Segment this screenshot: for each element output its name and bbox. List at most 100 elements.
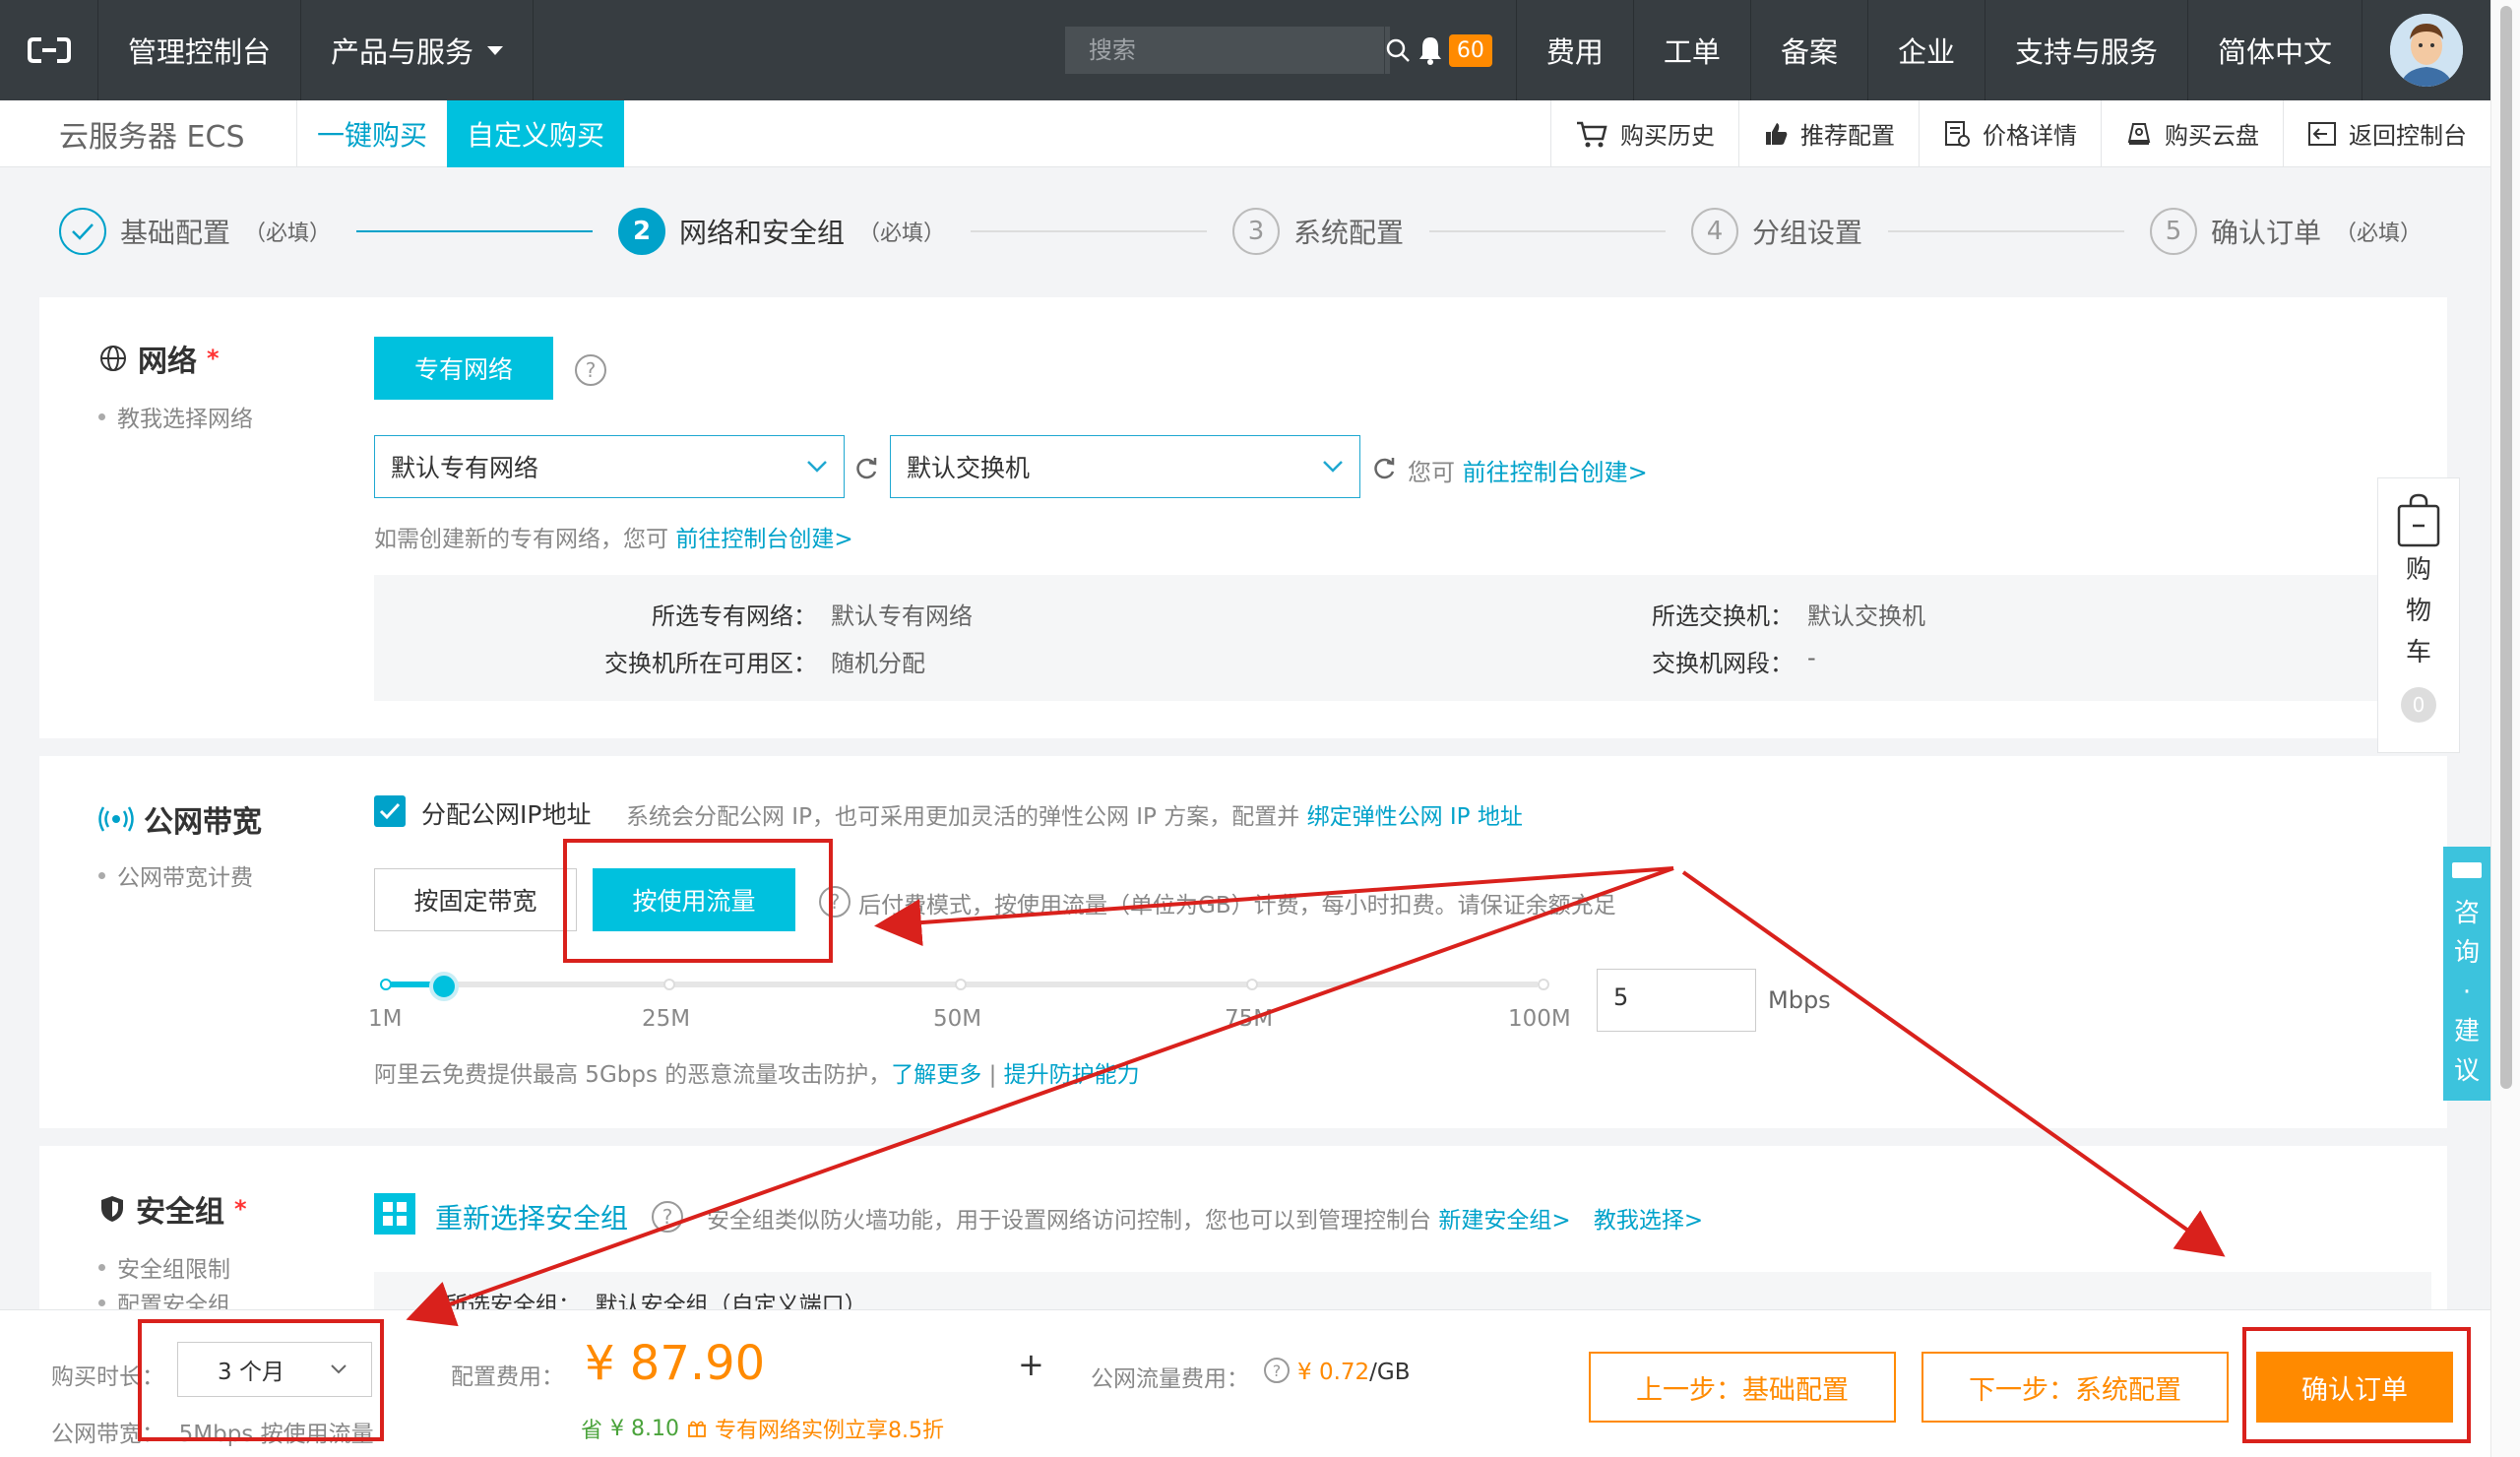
duration-select[interactable]: 3 个月 <box>177 1342 372 1397</box>
step-label: 分组设置 <box>1751 217 1862 249</box>
duration-value: 3 个月 <box>218 1360 284 1385</box>
help-icon[interactable]: ? <box>819 886 850 918</box>
step-system-config[interactable]: 3 系统配置 <box>1232 208 1404 255</box>
grid-icon[interactable] <box>374 1193 415 1235</box>
next-step-button[interactable]: 下一步：系统配置 <box>1922 1352 2229 1423</box>
zone-label: 交换机所在可用区： <box>604 650 817 677</box>
bag-icon <box>2397 493 2440 547</box>
cart-label: 购物车 <box>2405 555 2431 667</box>
traffic-billing-description: 后付费模式，按使用流量（单位为GB）计费，每小时扣费。请保证余额充足 <box>858 893 1616 919</box>
console-link[interactable]: 管理控制台 <box>98 0 302 100</box>
traffic-billing-button[interactable]: 按使用流量 <box>593 868 795 931</box>
tab-custom-buy[interactable]: 自定义购买 <box>447 99 625 167</box>
cidr-label: 交换机网段： <box>1652 650 1794 677</box>
gift-icon <box>688 1421 706 1437</box>
buy-disk-button[interactable]: 购买云盘 <box>2101 99 2283 167</box>
products-label: 产品与服务 <box>331 35 474 69</box>
bandwidth-input[interactable]: 5 <box>1597 969 1756 1032</box>
search-button[interactable] <box>1383 27 1411 74</box>
chevron-down-icon <box>331 1364 346 1374</box>
search-input[interactable] <box>1064 27 1384 74</box>
price-details-button[interactable]: 价格详情 <box>1919 99 2101 167</box>
menu-billing[interactable]: 费用 <box>1517 0 1634 100</box>
save-label: 省 <box>581 1419 603 1443</box>
avatar <box>2390 14 2463 87</box>
save-amount: ¥ 8.10 <box>610 1416 679 1441</box>
thumbs-up-icon <box>1766 122 1788 145</box>
products-menu[interactable]: 产品与服务 <box>301 0 535 100</box>
step-label: 系统配置 <box>1293 217 1405 249</box>
create-hint-text: 如需创建新的专有网络，您可 <box>374 527 668 552</box>
console-create-link[interactable]: 前往控制台创建> <box>1463 459 1648 486</box>
aliyun-logo-icon[interactable] <box>0 0 98 100</box>
new-security-group-link[interactable]: 新建安全组> <box>1438 1208 1570 1234</box>
menu-tickets[interactable]: 工单 <box>1634 0 1751 100</box>
reselect-security-group-link[interactable]: 重新选择安全组 <box>435 1197 628 1236</box>
bandwidth-billing-link[interactable]: 公网带宽计费 <box>98 858 253 892</box>
learn-more-link[interactable]: 了解更多 <box>891 1062 981 1088</box>
bandwidth-slider-handle[interactable] <box>428 972 459 1001</box>
help-icon[interactable]: ? <box>652 1201 683 1233</box>
recommended-config-button[interactable]: 推荐配置 <box>1738 99 1919 167</box>
order-summary-bar: 购买时长： 3 个月 公网带宽： 5Mbps 按使用流量 配置费用： ¥ 87.… <box>0 1309 2490 1457</box>
refresh-vpc-icon[interactable] <box>852 455 880 486</box>
network-summary: 所选专有网络： 默认专有网络 交换机所在可用区： 随机分配 所选交换机： 默认交… <box>374 575 2431 701</box>
tick-label: 25M <box>642 1006 691 1032</box>
security-title: 安全组 * <box>98 1187 247 1231</box>
promo-text: 专有网络实例立享8.5折 <box>715 1419 944 1443</box>
refresh-switch-icon[interactable] <box>1370 455 1398 486</box>
vpc-select[interactable]: 默认专有网络 <box>374 435 845 498</box>
assign-ip-checkbox[interactable] <box>374 795 406 827</box>
security-limits-link[interactable]: 安全组限制 <box>98 1250 230 1284</box>
help-icon[interactable]: ? <box>1264 1358 1290 1383</box>
selected-switch-value: 默认交换机 <box>1807 602 1925 630</box>
switch-hint: 您可 前往控制台创建> <box>1408 453 1648 487</box>
step-label: 确认订单 <box>2210 217 2321 249</box>
chevron-down-icon <box>807 461 827 473</box>
price-details-label: 价格详情 <box>1983 122 2077 150</box>
menu-enterprise[interactable]: 企业 <box>1868 0 1985 100</box>
menu-language-label: 简体中文 <box>2217 35 2332 69</box>
upgrade-protection-link[interactable]: 提升防护能力 <box>1004 1062 1140 1088</box>
fixed-bandwidth-button[interactable]: 按固定带宽 <box>374 868 577 931</box>
teach-network-link[interactable]: 教我选择网络 <box>98 400 253 433</box>
vpc-console-create-link[interactable]: 前往控制台创建> <box>675 527 852 552</box>
step-basic-config[interactable]: 基础配置 （必填） <box>59 208 331 255</box>
confirm-order-button[interactable]: 确认订单 <box>2256 1352 2453 1423</box>
check-icon <box>59 208 106 255</box>
page-scrollbar[interactable] <box>2490 0 2520 1457</box>
vpc-button[interactable]: 专有网络 <box>374 337 553 400</box>
purchase-history-button[interactable]: 购买历史 <box>1550 99 1738 167</box>
switch-select[interactable]: 默认交换机 <box>890 435 1360 498</box>
bind-eip-link[interactable]: 绑定弹性公网 IP 地址 <box>1307 804 1523 830</box>
user-menu[interactable] <box>2362 0 2490 100</box>
slider-tick <box>955 979 967 990</box>
notification-badge: 60 <box>1448 33 1492 67</box>
selected-vpc-label: 所选专有网络： <box>652 602 817 630</box>
consult-feedback-widget[interactable]: 咨询·建议 <box>2443 847 2490 1101</box>
notifications-button[interactable]: 60 <box>1408 0 1517 100</box>
step-required: （必填） <box>244 222 332 246</box>
required-star: * <box>207 345 220 372</box>
network-title: 网络 * <box>98 337 220 380</box>
recommended-config-label: 推荐配置 <box>1800 122 1895 150</box>
scrollbar-thumb[interactable] <box>2500 6 2512 1089</box>
teach-security-link[interactable]: 教我选择> <box>1594 1208 1703 1234</box>
help-icon[interactable]: ? <box>575 354 606 386</box>
product-header: 云服务器 ECS 一键购买 自定义购买 购买历史 推荐配置 价格详情 购买云盘 … <box>0 99 2490 167</box>
shopping-cart-widget[interactable]: 购物车 0 <box>2377 477 2460 753</box>
tab-quick-buy[interactable]: 一键购买 <box>297 100 447 167</box>
step-grouping[interactable]: 4 分组设置 <box>1690 208 1862 255</box>
assign-desc-text: 系统会分配公网 IP，也可采用更加灵活的弹性公网 IP 方案，配置并 <box>626 804 1300 830</box>
menu-language[interactable]: 简体中文 <box>2188 0 2362 100</box>
traffic-unit: /GB <box>1369 1360 1411 1385</box>
back-to-console-button[interactable]: 返回控制台 <box>2283 99 2490 167</box>
previous-step-button[interactable]: 上一步：基础配置 <box>1589 1352 1896 1423</box>
consult-label: 咨询·建议 <box>2453 899 2480 1086</box>
step-confirm-order[interactable]: 5 确认订单 （必填） <box>2149 208 2422 255</box>
config-fee-label: 配置费用： <box>451 1364 564 1390</box>
step-number: 4 <box>1690 208 1738 255</box>
step-number: 3 <box>1232 208 1280 255</box>
menu-support[interactable]: 支持与服务 <box>1985 0 2188 100</box>
menu-icp[interactable]: 备案 <box>1751 0 1868 100</box>
